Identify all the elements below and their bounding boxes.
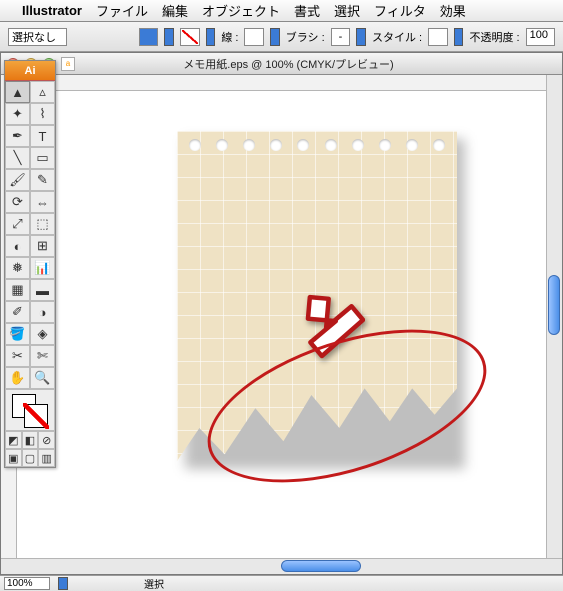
selection-info-text: 選択なし xyxy=(12,29,56,45)
screen-mode-full[interactable]: ▥ xyxy=(38,449,55,467)
fill-dropdown[interactable] xyxy=(164,28,174,46)
free-transform-tool[interactable]: ⊞ xyxy=(30,235,55,257)
hole xyxy=(243,139,255,151)
status-bar: 100% 選択 xyxy=(0,575,563,591)
hole xyxy=(379,139,391,151)
stroke-weight-field[interactable] xyxy=(244,28,264,46)
menu-edit[interactable]: 編集 xyxy=(162,1,188,20)
menu-file[interactable]: ファイル xyxy=(96,1,148,20)
menubar: Illustrator ファイル 編集 オブジェクト 書式 選択 フィルタ 効果 xyxy=(0,0,563,22)
scale-tool[interactable]: ⤢ xyxy=(5,213,30,235)
zoom-field[interactable]: 100% xyxy=(4,577,50,590)
hole xyxy=(325,139,337,151)
screen-mode-full-menu[interactable]: ▢ xyxy=(22,449,39,467)
document-window: a メモ用紙.eps @ 100% (CMYK/プレビュー) xyxy=(0,52,563,575)
hole xyxy=(433,139,445,151)
style-label: スタイル : xyxy=(372,29,422,45)
reflect-tool[interactable]: ⇔ xyxy=(30,191,55,213)
menu-object[interactable]: オブジェクト xyxy=(202,1,280,20)
hand-tool[interactable]: ✋ xyxy=(5,367,30,389)
hole xyxy=(216,139,228,151)
toolbox[interactable]: Ai ▲ ▵ ✦ ⌇ ✒ T ╲ ▭ 🖌 ✎ ⟳ ⇔ ⤢ ⬚ ◐ ⊞ ❅ 📊 ▦… xyxy=(4,60,56,468)
hole xyxy=(270,139,282,151)
fill-swatch[interactable] xyxy=(139,28,159,46)
stroke-box[interactable] xyxy=(24,404,48,428)
line-tool[interactable]: ╲ xyxy=(5,147,30,169)
zoom-tool[interactable]: 🔍 xyxy=(30,367,55,389)
style-dropdown[interactable] xyxy=(454,28,464,46)
brush-label: ブラシ : xyxy=(286,29,325,45)
canvas[interactable] xyxy=(17,91,546,558)
options-bar: 選択なし 線 : ブラシ : - スタイル : 不透明度 : 100 xyxy=(0,22,563,52)
pen-tool[interactable]: ✒ xyxy=(5,125,30,147)
hole xyxy=(189,139,201,151)
rectangle-tool[interactable]: ▭ xyxy=(30,147,55,169)
scrollbar-vertical[interactable] xyxy=(546,75,562,558)
stroke-dropdown[interactable] xyxy=(206,28,216,46)
selection-tool[interactable]: ▲ xyxy=(5,81,30,103)
style-swatch[interactable] xyxy=(428,28,448,46)
eyedropper-tool[interactable]: ✐ xyxy=(5,301,30,323)
status-label: 選択 xyxy=(144,576,164,591)
window-titlebar[interactable]: a メモ用紙.eps @ 100% (CMYK/プレビュー) xyxy=(1,53,562,75)
color-mode[interactable]: ◩ xyxy=(5,431,22,449)
ruler-horizontal[interactable] xyxy=(17,75,546,91)
opacity-label: 不透明度 : xyxy=(469,29,519,45)
live-paint-selection-tool[interactable]: ◈ xyxy=(30,323,55,345)
binding-holes xyxy=(189,139,445,151)
paintbrush-tool[interactable]: 🖌 xyxy=(5,169,30,191)
hole xyxy=(352,139,364,151)
scroll-thumb-vertical[interactable] xyxy=(548,275,560,335)
hole xyxy=(297,139,309,151)
brush-swatch[interactable]: - xyxy=(331,28,351,46)
menu-filter[interactable]: フィルタ xyxy=(374,1,426,20)
shear-tool[interactable]: ⬚ xyxy=(30,213,55,235)
stroke-swatch[interactable] xyxy=(180,28,200,46)
app-menu[interactable]: Illustrator xyxy=(22,3,82,18)
scissors-tool[interactable]: ✄ xyxy=(30,345,55,367)
menu-type[interactable]: 書式 xyxy=(294,1,320,20)
brush-dropdown[interactable] xyxy=(356,28,366,46)
window-title: メモ用紙.eps @ 100% (CMYK/プレビュー) xyxy=(21,56,556,72)
menu-effect[interactable]: 効果 xyxy=(440,1,466,20)
type-tool[interactable]: T xyxy=(30,125,55,147)
fill-stroke-control[interactable] xyxy=(5,389,55,431)
magic-wand-tool[interactable]: ✦ xyxy=(5,103,30,125)
toolbox-header: Ai xyxy=(5,61,55,81)
lasso-tool[interactable]: ⌇ xyxy=(30,103,55,125)
gradient-tool[interactable]: ▬ xyxy=(30,279,55,301)
stroke-label: 線 : xyxy=(221,29,238,45)
live-paint-tool[interactable]: 🪣 xyxy=(5,323,30,345)
gradient-mode[interactable]: ◧ xyxy=(22,431,39,449)
none-mode[interactable]: ⊘ xyxy=(38,431,55,449)
slice-tool[interactable]: ✂ xyxy=(5,345,30,367)
scrollbar-horizontal[interactable] xyxy=(1,558,562,574)
screen-mode-normal[interactable]: ▣ xyxy=(5,449,22,467)
tools-grid: ▲ ▵ ✦ ⌇ ✒ T ╲ ▭ 🖌 ✎ ⟳ ⇔ ⤢ ⬚ ◐ ⊞ ❅ 📊 ▦ ▬ … xyxy=(5,81,55,467)
pencil-tool[interactable]: ✎ xyxy=(30,169,55,191)
hole xyxy=(406,139,418,151)
opacity-field[interactable]: 100 xyxy=(526,28,555,46)
graph-tool[interactable]: 📊 xyxy=(30,257,55,279)
blend-tool[interactable]: ◑ xyxy=(30,301,55,323)
zoom-dropdown[interactable] xyxy=(58,577,68,590)
mesh-tool[interactable]: ▦ xyxy=(5,279,30,301)
selection-info: 選択なし xyxy=(8,28,67,46)
warp-tool[interactable]: ◐ xyxy=(5,235,30,257)
menu-select[interactable]: 選択 xyxy=(334,1,360,20)
symbol-sprayer-tool[interactable]: ❅ xyxy=(5,257,30,279)
direct-selection-tool[interactable]: ▵ xyxy=(30,81,55,103)
stroke-weight-dropdown[interactable] xyxy=(270,28,280,46)
scroll-thumb-horizontal[interactable] xyxy=(281,560,361,572)
rotate-tool[interactable]: ⟳ xyxy=(5,191,30,213)
